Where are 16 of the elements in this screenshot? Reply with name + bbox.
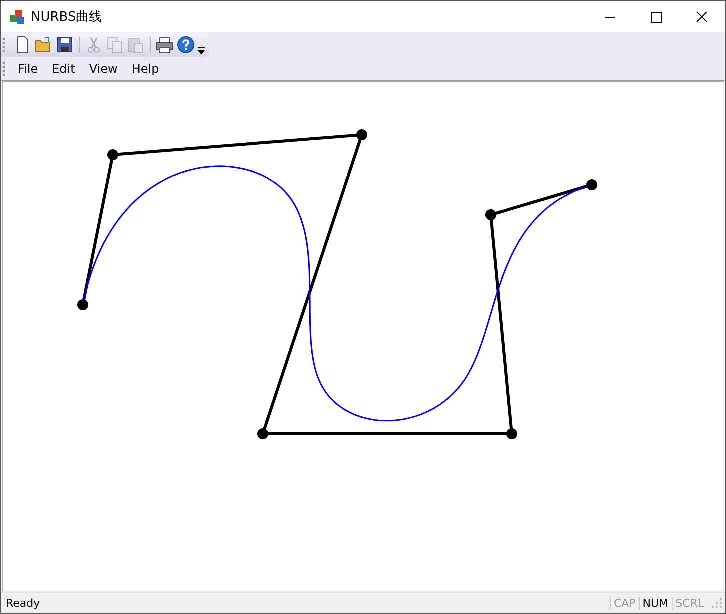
status-indicator: NUM xyxy=(638,596,672,610)
menu-item[interactable]: Edit xyxy=(45,62,82,76)
status-indicator: CAP xyxy=(610,596,639,610)
menu-item[interactable]: Help xyxy=(124,62,166,76)
open-icon[interactable] xyxy=(35,36,53,54)
resize-grip-icon[interactable] xyxy=(711,597,723,609)
window-title: NURBS曲线 xyxy=(31,8,102,26)
help-icon[interactable] xyxy=(177,36,195,54)
overflow-icon[interactable] xyxy=(198,47,205,55)
status-text: Ready xyxy=(5,596,40,610)
print-icon[interactable] xyxy=(156,36,174,54)
app-icon xyxy=(9,8,25,24)
menu-item[interactable]: View xyxy=(82,62,125,76)
save-icon[interactable] xyxy=(56,36,74,54)
status-indicator: SCRL xyxy=(672,596,707,610)
menu-item[interactable]: File xyxy=(11,62,46,76)
